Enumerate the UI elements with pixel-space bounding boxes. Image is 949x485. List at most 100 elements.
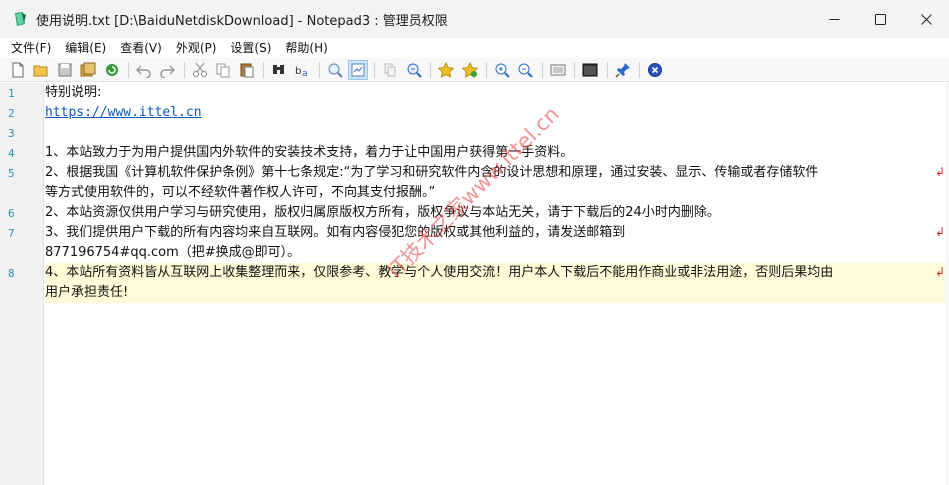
text-line[interactable]: 1、本站致力于为用户提供国内外软件的安装技术支持，着力于让中国用户获得第一手资料… (45, 143, 573, 163)
save-as-icon (80, 62, 96, 76)
favorites-button[interactable] (436, 60, 456, 80)
close-button[interactable] (903, 0, 949, 38)
text-line[interactable]: 877196754#qq.com（把#换成@即可）。 (45, 243, 300, 263)
pin-button[interactable] (613, 60, 633, 80)
toolbar-separator (574, 61, 576, 78)
vertical-scrollbar[interactable] (945, 83, 949, 485)
menu-help[interactable]: 帮助(H) (278, 38, 334, 58)
line-number-gutter: 1 2 3 4 5 6 7 8 (0, 83, 44, 485)
toolbar-separator (541, 61, 543, 78)
text-line[interactable]: 3、我们提供用户下载的所有内容均来自互联网。如有内容侵犯您的版权或其他利益的，请… (45, 223, 625, 243)
wrap-indicator-icon: ↲ (934, 165, 945, 179)
new-file-icon (12, 62, 24, 77)
paste-button[interactable] (237, 60, 257, 80)
zoom-in-button[interactable] (492, 60, 512, 80)
word-wrap-button[interactable] (348, 59, 369, 80)
line-number: 1 (8, 87, 15, 100)
zoom-fit-button[interactable] (325, 60, 345, 80)
toolbar-separator (127, 61, 129, 78)
reload-button[interactable] (102, 60, 122, 80)
menu-view[interactable]: 查看(V) (113, 38, 169, 58)
scheme-button[interactable] (548, 60, 568, 80)
toolbar-separator (430, 61, 432, 78)
copy-format-icon (384, 63, 396, 76)
maximize-button[interactable] (857, 0, 903, 38)
line-number: 2 (8, 107, 15, 120)
find-in-files-button[interactable] (404, 60, 424, 80)
toolbar-separator (606, 61, 608, 78)
refresh-icon (105, 63, 118, 76)
save-as-button[interactable] (78, 60, 98, 80)
url-link[interactable]: https://www.ittel.cn (45, 105, 202, 120)
favorite-star-icon (438, 61, 455, 78)
redo-button[interactable] (157, 60, 177, 80)
close-icon (920, 13, 932, 25)
undo-button[interactable] (134, 60, 154, 80)
toolbar-separator (374, 61, 376, 78)
toolbar-separator (638, 61, 640, 78)
editor[interactable]: 1 2 3 4 5 6 7 8 特别说明: https://www.ittel.… (0, 83, 949, 485)
zoom-out-button[interactable] (515, 60, 535, 80)
zoom-in-icon (495, 63, 510, 78)
line-number: 6 (8, 207, 15, 220)
undo-icon (135, 64, 151, 78)
copy-icon (216, 63, 230, 77)
pin-icon (615, 62, 630, 78)
paste-icon (240, 63, 254, 77)
save-button[interactable] (55, 60, 75, 80)
toolbar-separator (486, 61, 488, 78)
line-number: 3 (8, 127, 15, 140)
replace-icon: ba (295, 66, 308, 78)
open-button[interactable] (31, 60, 51, 80)
copy-format-button[interactable] (380, 60, 400, 80)
menu-edit[interactable]: 编辑(E) (58, 38, 113, 58)
text-line[interactable]: 等方式使用软件的，可以不经软件著作权人许可，不向其支付报酬。” (45, 183, 435, 203)
svg-text:a: a (302, 69, 308, 78)
line-number: 8 (8, 267, 15, 280)
menu-bar: 文件(F) 编辑(E) 查看(V) 外观(P) 设置(S) 帮助(H) (0, 38, 949, 58)
text-line[interactable]: 2、根据我国《计算机软件保护条例》第十七条规定:“为了学习和研究软件内含的设计思… (45, 163, 818, 183)
text-line[interactable]: 2、本站资源仅供用户学习与研究使用，版权归属原版权方所有，版权争议与本站无关，请… (45, 203, 720, 223)
menu-appearance[interactable]: 外观(P) (169, 38, 224, 58)
add-favorite-icon (461, 61, 478, 78)
text-line[interactable]: https://www.ittel.cn (45, 103, 202, 123)
exit-icon (647, 62, 662, 77)
notepad3-icon (15, 12, 26, 26)
terminal-icon (582, 63, 598, 76)
wrap-indicator-icon: ↲ (934, 265, 945, 279)
svg-text:b: b (295, 66, 301, 77)
toolbar-separator (183, 61, 185, 78)
replace-button[interactable]: ba (292, 60, 312, 80)
maximize-icon (874, 13, 886, 25)
minimize-icon (829, 18, 839, 20)
find-icon (272, 64, 284, 74)
menu-file[interactable]: 文件(F) (0, 38, 58, 58)
exit-button[interactable] (645, 60, 665, 80)
toolbar-separator (262, 61, 264, 78)
toolbar-separator (318, 61, 320, 78)
minimize-button[interactable] (811, 0, 857, 38)
line-number: 7 (8, 227, 15, 240)
toolbar: ba (0, 58, 949, 82)
open-folder-icon (33, 65, 48, 76)
add-favorite-button[interactable] (460, 60, 480, 80)
text-line[interactable]: 4、本站所有资料皆从互联网上收集整理而来，仅限参考、教学与个人使用交流！用户本人… (45, 263, 833, 283)
menu-settings[interactable]: 设置(S) (223, 38, 278, 58)
window-controls (811, 0, 949, 38)
window-title: 使用说明.txt [D:\BaiduNetdiskDownload] - Not… (36, 13, 448, 29)
word-wrap-icon (351, 63, 365, 76)
copy-button[interactable] (213, 60, 233, 80)
text-line[interactable]: 特别说明: (45, 83, 101, 103)
find-button[interactable] (269, 60, 289, 80)
zoom-out-icon (518, 63, 534, 78)
redo-icon (160, 64, 176, 78)
cut-button[interactable] (190, 60, 210, 80)
new-file-button[interactable] (8, 60, 28, 80)
find-in-files-icon (407, 63, 422, 78)
text-line[interactable]: 用户承担责任! (45, 283, 128, 303)
cut-icon (192, 62, 207, 77)
zoom-fit-icon (328, 63, 343, 78)
line-number: 4 (8, 147, 15, 160)
save-icon (58, 63, 72, 76)
terminal-button[interactable] (580, 60, 600, 80)
